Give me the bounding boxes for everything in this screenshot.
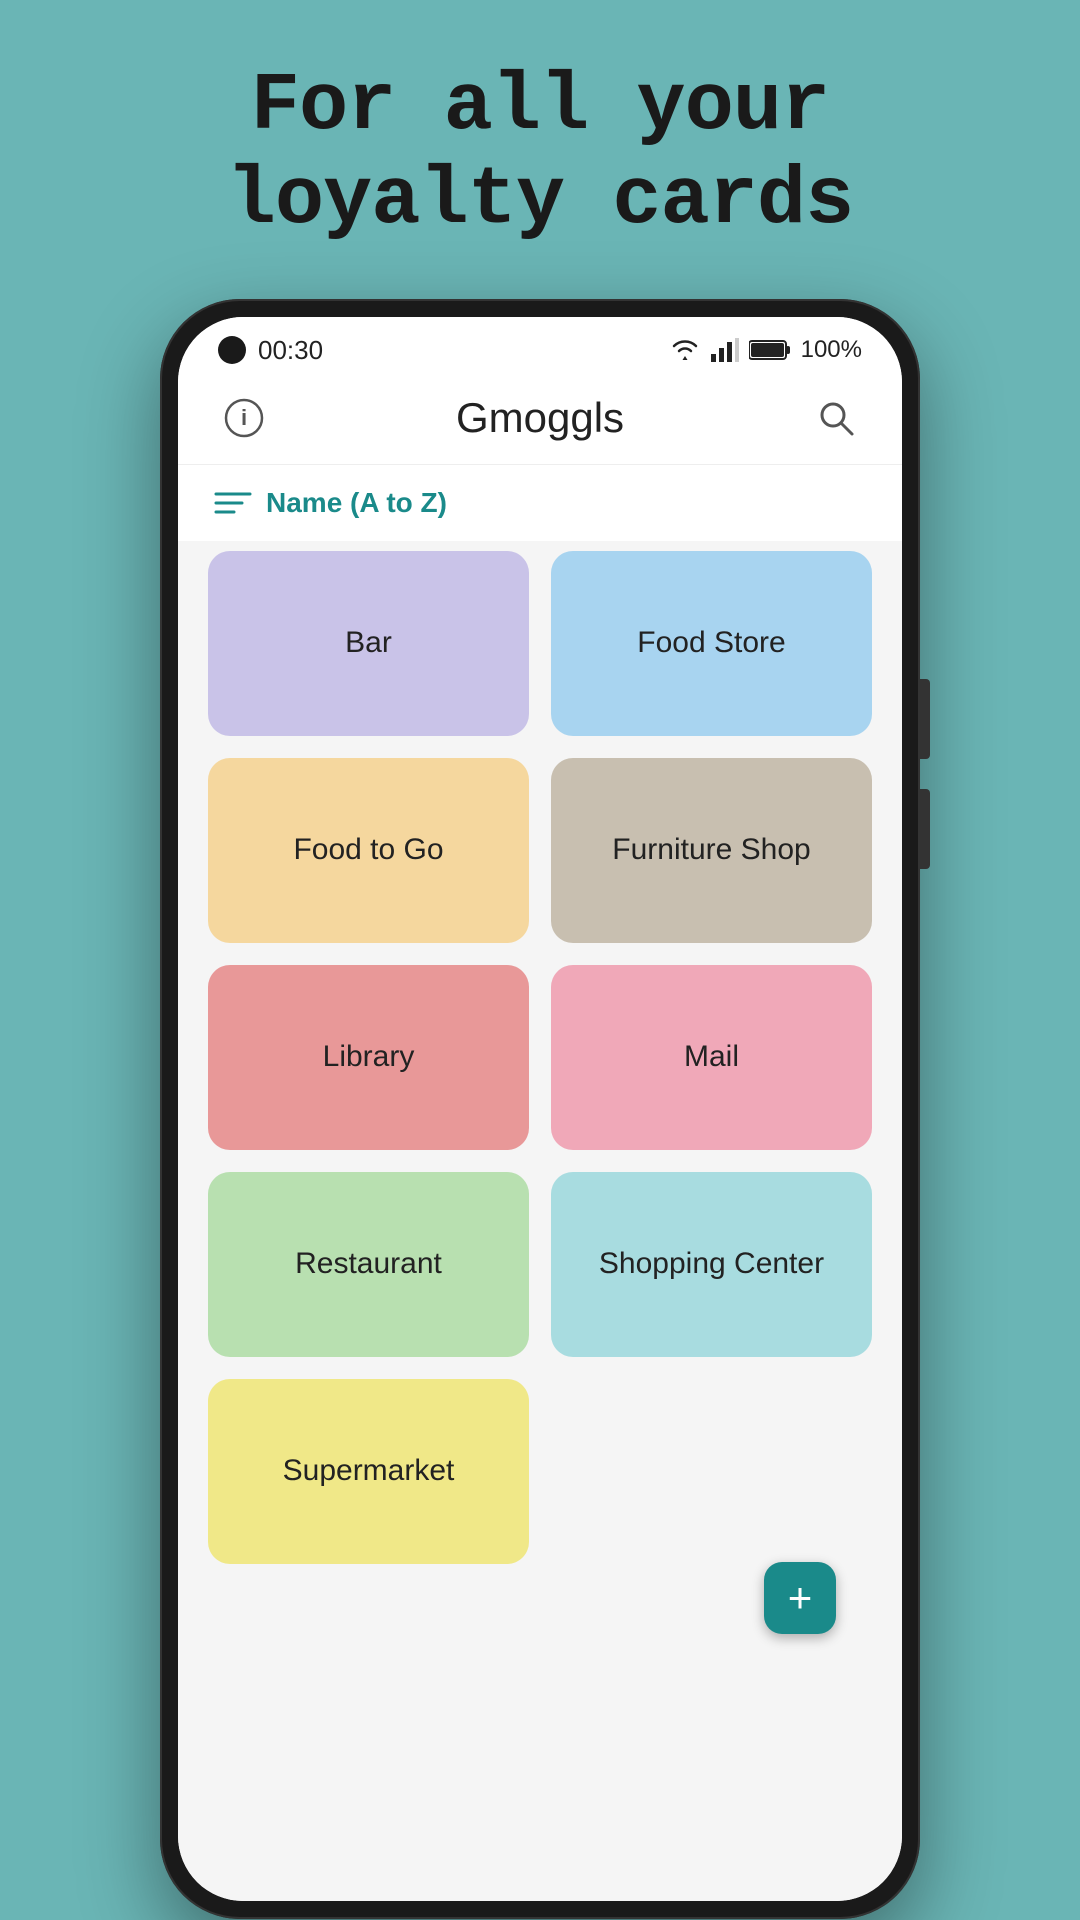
sort-icon: [214, 488, 252, 518]
grid-item-food-store[interactable]: Food Store: [551, 551, 872, 736]
battery-icon: [749, 339, 791, 361]
grid-item-mail[interactable]: Mail: [551, 965, 872, 1150]
phone-screen: 00:30: [178, 317, 902, 1901]
side-button: [920, 679, 930, 759]
fab-area: +: [208, 1564, 872, 1664]
add-button[interactable]: +: [764, 1562, 836, 1634]
svg-text:i: i: [241, 405, 247, 430]
grid-item-label-furniture-shop: Furniture Shop: [612, 833, 810, 867]
grid: Bar Food Store Food to Go Furniture Shop Lib…: [208, 551, 872, 1564]
info-button[interactable]: i: [218, 392, 270, 444]
grid-item-label-food-store: Food Store: [637, 626, 785, 660]
sort-bar[interactable]: Name (A to Z): [178, 465, 902, 541]
battery-percent: 100%: [801, 336, 862, 364]
grid-item-furniture-shop[interactable]: Furniture Shop: [551, 758, 872, 943]
grid-item-label-supermarket: Supermarket: [283, 1454, 455, 1488]
status-bar: 00:30: [178, 317, 902, 376]
status-left: 00:30: [218, 335, 323, 366]
grid-item-label-library: Library: [323, 1040, 415, 1074]
grid-item-label-shopping-center: Shopping Center: [599, 1247, 824, 1281]
grid-item-food-to-go[interactable]: Food to Go: [208, 758, 529, 943]
app-title: Gmoggls: [270, 394, 810, 442]
sort-label: Name (A to Z): [266, 487, 447, 519]
side-button-2: [920, 789, 930, 869]
app-bar: i Gmoggls: [178, 376, 902, 465]
info-icon: i: [224, 398, 264, 438]
grid-item-supermarket[interactable]: Supermarket: [208, 1379, 529, 1564]
grid-item-restaurant[interactable]: Restaurant: [208, 1172, 529, 1357]
headline: For all your loyalty cards: [227, 0, 854, 299]
grid-item-bar[interactable]: Bar: [208, 551, 529, 736]
headline-line1: For all your: [251, 60, 830, 153]
signal-icon: [711, 338, 739, 362]
grid-item-library[interactable]: Library: [208, 965, 529, 1150]
camera-dot: [218, 336, 246, 364]
headline-line2: loyalty cards: [227, 154, 854, 247]
fab-plus-label: +: [788, 1574, 813, 1622]
wifi-icon: [669, 338, 701, 362]
grid-item-shopping-center[interactable]: Shopping Center: [551, 1172, 872, 1357]
search-icon: [816, 398, 856, 438]
phone-frame: 00:30: [160, 299, 920, 1919]
search-button[interactable]: [810, 392, 862, 444]
category-grid: Bar Food Store Food to Go Furniture Shop Lib…: [178, 541, 902, 1901]
status-right: 100%: [669, 336, 862, 364]
grid-item-label-food-to-go: Food to Go: [293, 833, 443, 867]
grid-item-label-restaurant: Restaurant: [295, 1247, 442, 1281]
grid-item-label-bar: Bar: [345, 626, 392, 660]
status-time: 00:30: [258, 335, 323, 366]
grid-item-label-mail: Mail: [684, 1040, 739, 1074]
